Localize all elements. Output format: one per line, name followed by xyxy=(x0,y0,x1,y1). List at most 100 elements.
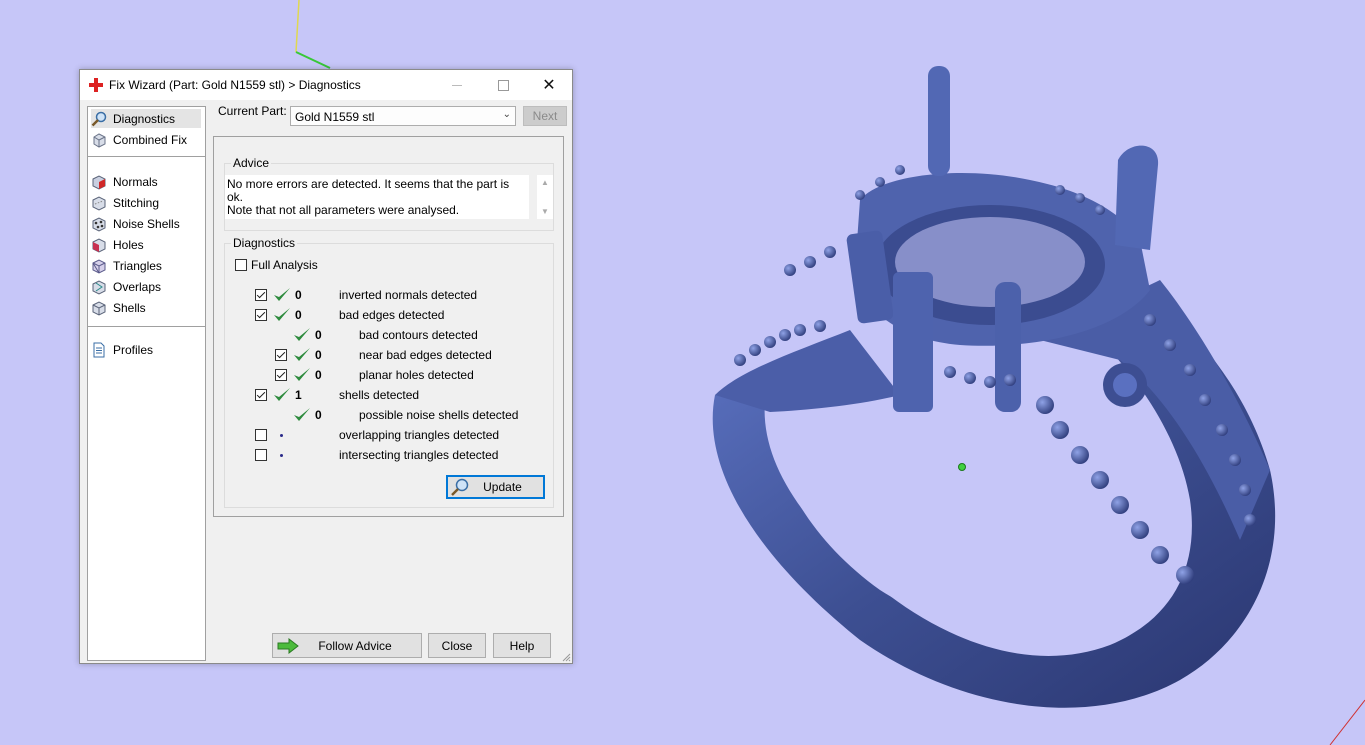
diag-label: intersecting triangles detected xyxy=(339,448,499,462)
nav-item-label: Holes xyxy=(113,237,144,252)
near-bad-edges-checkbox[interactable] xyxy=(275,349,287,361)
follow-advice-label: Follow Advice xyxy=(318,638,392,653)
diag-label: shells detected xyxy=(339,388,420,402)
diag-count: 1 xyxy=(295,388,302,402)
advice-group: Advice No more errors are detected. It s… xyxy=(224,156,554,231)
green-check-icon xyxy=(294,328,310,341)
minimize-icon xyxy=(452,84,462,86)
advice-text-box: No more errors are detected. It seems th… xyxy=(225,175,529,219)
bad-edges-checkbox[interactable] xyxy=(255,309,267,321)
nav-item-stitching[interactable]: Stitching xyxy=(91,193,201,212)
nav-item-label: Shells xyxy=(113,300,146,315)
diag-count: 0 xyxy=(315,408,322,422)
diag-label: bad edges detected xyxy=(339,308,445,322)
magnifier-icon xyxy=(91,111,107,126)
diagnostics-group-title: Diagnostics xyxy=(231,236,298,250)
overlaps-cube-icon xyxy=(92,279,106,295)
nav-item-label: Combined Fix xyxy=(113,132,188,147)
diag-label: inverted normals detected xyxy=(339,288,478,302)
current-part-label: Current Part: xyxy=(218,104,287,118)
title-bar[interactable]: Fix Wizard (Part: Gold N1559 stl) > Diag… xyxy=(80,70,572,100)
advice-scrollbar[interactable]: ▲ ▼ xyxy=(537,175,553,219)
magnifier-icon xyxy=(451,478,469,496)
nav-divider xyxy=(88,156,205,157)
stitching-cube-icon xyxy=(92,195,106,211)
green-check-icon xyxy=(274,388,290,401)
dialog-client-area: Diagnostics Combined Fix Normals Stitchi… xyxy=(80,100,572,663)
scroll-up-icon: ▲ xyxy=(541,178,549,187)
not-run-dot-icon xyxy=(280,454,283,457)
chevron-down-icon: ⌄ xyxy=(502,109,511,120)
nav-item-overlaps[interactable]: Overlaps xyxy=(91,277,201,296)
nav-item-label: Overlaps xyxy=(113,279,162,294)
shells-cube-icon xyxy=(92,300,106,316)
nav-item-noise-shells[interactable]: Noise Shells xyxy=(91,214,201,233)
nav-item-normals[interactable]: Normals xyxy=(91,172,201,191)
cube-icon xyxy=(93,132,106,148)
nav-item-label: Stitching xyxy=(113,195,160,210)
green-check-icon xyxy=(274,288,290,301)
fix-wizard-dialog: Fix Wizard (Part: Gold N1559 stl) > Diag… xyxy=(79,69,573,664)
maximize-button[interactable] xyxy=(480,70,526,100)
diagnostics-group: Diagnostics Full Analysis 0 inverted nor… xyxy=(224,236,554,508)
not-run-dot-icon xyxy=(280,434,283,437)
close-button[interactable]: Close xyxy=(428,633,486,658)
green-check-icon xyxy=(294,348,310,361)
full-analysis-checkbox[interactable] xyxy=(235,259,247,271)
resize-grip-icon[interactable] xyxy=(561,652,571,662)
diag-label: near bad edges detected xyxy=(359,348,492,362)
nav-item-combined-fix[interactable]: Combined Fix xyxy=(91,130,201,149)
advice-group-title: Advice xyxy=(231,156,272,170)
wizard-nav-list: Diagnostics Combined Fix Normals Stitchi… xyxy=(87,106,206,661)
holes-cube-icon xyxy=(92,237,106,253)
follow-advice-button[interactable]: Follow Advice xyxy=(272,633,422,658)
diag-label: bad contours detected xyxy=(359,328,478,342)
diag-count: 0 xyxy=(315,348,322,362)
diag-count: 0 xyxy=(315,328,322,342)
triangles-cube-icon xyxy=(92,258,106,274)
green-check-icon xyxy=(274,308,290,321)
nav-item-label: Triangles xyxy=(113,258,162,273)
noise-shells-icon xyxy=(92,216,106,232)
next-button[interactable]: Next xyxy=(523,106,567,126)
diag-count: 0 xyxy=(295,308,302,322)
nav-item-triangles[interactable]: Triangles xyxy=(91,256,201,275)
nav-item-holes[interactable]: Holes xyxy=(91,235,201,254)
nav-item-label: Normals xyxy=(113,174,158,189)
help-button[interactable]: Help xyxy=(493,633,551,658)
scroll-down-icon: ▼ xyxy=(541,207,549,216)
document-icon xyxy=(93,342,105,357)
shells-checkbox[interactable] xyxy=(255,389,267,401)
nav-item-label: Noise Shells xyxy=(113,216,180,231)
close-icon: ✕ xyxy=(542,77,556,94)
minimize-button[interactable] xyxy=(434,70,480,100)
window-title: Fix Wizard (Part: Gold N1559 stl) > Diag… xyxy=(109,78,361,92)
advice-line-2: Note that not all parameters were analys… xyxy=(227,203,460,217)
nav-item-diagnostics[interactable]: Diagnostics xyxy=(91,109,201,128)
nav-item-profiles[interactable]: Profiles xyxy=(91,340,201,359)
nav-item-shells[interactable]: Shells xyxy=(91,298,201,317)
diag-count: 0 xyxy=(295,288,302,302)
current-part-dropdown[interactable]: Gold N1559 stl ⌄ xyxy=(290,106,516,126)
diag-label: planar holes detected xyxy=(359,368,474,382)
green-check-icon xyxy=(294,408,310,421)
current-part-value: Gold N1559 stl xyxy=(295,110,375,124)
inverted-normals-checkbox[interactable] xyxy=(255,289,267,301)
maximize-icon xyxy=(497,79,509,91)
update-button[interactable]: Update xyxy=(446,475,545,499)
advice-line-1: No more errors are detected. It seems th… xyxy=(227,177,510,204)
red-cross-icon xyxy=(89,78,103,92)
green-arrow-right-icon xyxy=(277,638,299,654)
overlapping-triangles-checkbox[interactable] xyxy=(255,429,267,441)
planar-holes-checkbox[interactable] xyxy=(275,369,287,381)
normals-cube-icon xyxy=(92,174,106,190)
diag-count: 0 xyxy=(315,368,322,382)
intersecting-triangles-checkbox[interactable] xyxy=(255,449,267,461)
nav-divider xyxy=(88,326,205,327)
diagnostics-panel: Advice No more errors are detected. It s… xyxy=(213,136,564,517)
close-window-button[interactable]: ✕ xyxy=(526,70,572,100)
full-analysis-label: Full Analysis xyxy=(251,258,318,272)
nav-item-label: Profiles xyxy=(113,342,154,357)
green-check-icon xyxy=(294,368,310,381)
diag-label: possible noise shells detected xyxy=(359,408,519,422)
